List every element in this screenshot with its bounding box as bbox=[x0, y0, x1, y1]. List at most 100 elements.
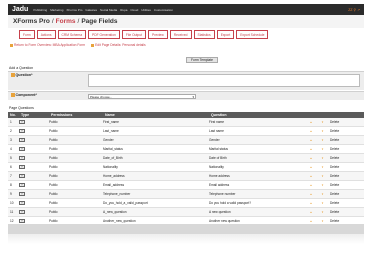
move-up-icon[interactable]: ▴ bbox=[307, 120, 315, 124]
table-row[interactable]: 1 ▭ Public First_name First name ▴ ▾ Delete bbox=[8, 118, 364, 127]
table-row[interactable]: 6 ▭ Public Nationality Nationality ▴ ▾ Delete bbox=[8, 163, 364, 172]
row-permission[interactable]: Public bbox=[49, 156, 103, 160]
row-permission[interactable]: Public bbox=[49, 138, 103, 142]
col-question[interactable]: Question bbox=[209, 113, 307, 117]
delete-link[interactable]: Delete bbox=[330, 156, 364, 160]
col-name[interactable]: Name bbox=[103, 113, 209, 117]
row-permission[interactable]: Public bbox=[49, 165, 103, 169]
table-row[interactable]: 11 ▭ Public A_new_question A new question ▴ ▾ D… bbox=[8, 208, 364, 217]
help-icon-2[interactable] bbox=[11, 93, 15, 97]
move-up-icon[interactable]: ▴ bbox=[307, 138, 315, 142]
row-name[interactable]: Telephone_number bbox=[103, 192, 209, 196]
row-permission[interactable]: Public bbox=[49, 174, 103, 178]
tab-pdf-generation[interactable]: PDF Generation bbox=[88, 30, 120, 39]
question-input[interactable] bbox=[88, 74, 360, 87]
row-permission[interactable]: Public bbox=[49, 201, 103, 205]
row-permission[interactable]: Public bbox=[49, 129, 103, 133]
row-permission[interactable]: Public bbox=[49, 192, 103, 196]
jadu-logo[interactable]: Jadu bbox=[12, 6, 28, 13]
tab-actions[interactable]: Actions bbox=[36, 30, 56, 39]
delete-link[interactable]: Delete bbox=[330, 201, 364, 205]
move-down-icon[interactable]: ▾ bbox=[315, 201, 330, 205]
row-name[interactable]: Do_you_hold_a_valid_passport bbox=[103, 201, 209, 205]
table-row[interactable]: 10 ▭ Public Do_you_hold_a_valid_passport Do … bbox=[8, 199, 364, 208]
row-name[interactable]: Marital_status bbox=[103, 147, 209, 151]
delete-link[interactable]: Delete bbox=[330, 210, 364, 214]
tab-received[interactable]: Received bbox=[169, 30, 192, 39]
delete-link[interactable]: Delete bbox=[330, 129, 364, 133]
row-name[interactable]: Nationality bbox=[103, 165, 209, 169]
return-link[interactable]: Return to Form Overview: MBA Application… bbox=[10, 43, 85, 47]
row-name[interactable]: Another_new_question bbox=[103, 219, 209, 223]
row-name[interactable]: Email_address bbox=[103, 183, 209, 187]
table-row[interactable]: 2 ▭ Public Last_name Last name ▴ ▾ Delete bbox=[8, 127, 364, 136]
move-down-icon[interactable]: ▾ bbox=[315, 219, 330, 223]
table-row[interactable]: 7 ▭ Public Home_address Home address ▴ ▾ Delete bbox=[8, 172, 364, 181]
edit-page-link[interactable]: Edit Page Details: Personal details bbox=[91, 43, 146, 47]
move-up-icon[interactable]: ▴ bbox=[307, 147, 315, 151]
delete-link[interactable]: Delete bbox=[330, 138, 364, 142]
tab-form[interactable]: Form bbox=[19, 30, 35, 39]
move-down-icon[interactable]: ▾ bbox=[315, 156, 330, 160]
row-permission[interactable]: Public bbox=[49, 120, 103, 124]
nav-item-utilities[interactable]: Utilities bbox=[141, 8, 151, 12]
move-up-icon[interactable]: ▴ bbox=[307, 192, 315, 196]
delete-link[interactable]: Delete bbox=[330, 192, 364, 196]
tab-preview[interactable]: Preview bbox=[148, 30, 168, 39]
row-name[interactable]: A_new_question bbox=[103, 210, 209, 214]
row-name[interactable]: Gender bbox=[103, 138, 209, 142]
row-permission[interactable]: Public bbox=[49, 219, 103, 223]
nav-item-marketing[interactable]: Marketing bbox=[50, 8, 63, 12]
move-up-icon[interactable]: ▴ bbox=[307, 174, 315, 178]
delete-link[interactable]: Delete bbox=[330, 174, 364, 178]
move-down-icon[interactable]: ▾ bbox=[315, 120, 330, 124]
move-up-icon[interactable]: ▴ bbox=[307, 129, 315, 133]
row-name[interactable]: Date_of_Birth bbox=[103, 156, 209, 160]
move-down-icon[interactable]: ▾ bbox=[315, 183, 330, 187]
row-name[interactable]: Last_name bbox=[103, 129, 209, 133]
delete-link[interactable]: Delete bbox=[330, 165, 364, 169]
tab-statistics[interactable]: Statistics bbox=[193, 30, 215, 39]
row-name[interactable]: First_name bbox=[103, 120, 209, 124]
help-icon[interactable] bbox=[11, 73, 15, 77]
nav-item-social-media[interactable]: Social Media bbox=[100, 8, 117, 12]
user-controls[interactable]: ZZ ⚲ ↗ bbox=[348, 8, 360, 12]
move-up-icon[interactable]: ▴ bbox=[307, 219, 315, 223]
move-down-icon[interactable]: ▾ bbox=[315, 174, 330, 178]
move-down-icon[interactable]: ▾ bbox=[315, 165, 330, 169]
row-name[interactable]: Home_address bbox=[103, 174, 209, 178]
move-down-icon[interactable]: ▾ bbox=[315, 210, 330, 214]
delete-link[interactable]: Delete bbox=[330, 147, 364, 151]
nav-item-publishing[interactable]: Publishing bbox=[33, 8, 47, 12]
table-row[interactable]: 9 ▭ Public Telephone_number Telephone number… bbox=[8, 190, 364, 199]
col-type[interactable]: Type bbox=[19, 113, 49, 117]
col-no[interactable]: No. bbox=[8, 113, 19, 117]
table-row[interactable]: 5 ▭ Public Date_of_Birth Date of Birth ▴ ▾ Dele… bbox=[8, 154, 364, 163]
move-up-icon[interactable]: ▴ bbox=[307, 210, 315, 214]
move-down-icon[interactable]: ▾ bbox=[315, 192, 330, 196]
nav-item-galaxies[interactable]: Galaxies bbox=[85, 8, 97, 12]
table-row[interactable]: 8 ▭ Public Email_address Email address ▴ ▾ Dele… bbox=[8, 181, 364, 190]
form-template-button[interactable]: Form Template bbox=[186, 57, 218, 63]
table-row[interactable]: 4 ▭ Public Marital_status Marital status ▴ ▾ De… bbox=[8, 145, 364, 154]
move-down-icon[interactable]: ▾ bbox=[315, 147, 330, 151]
move-down-icon[interactable]: ▾ bbox=[315, 129, 330, 133]
move-down-icon[interactable]: ▾ bbox=[315, 138, 330, 142]
row-permission[interactable]: Public bbox=[49, 147, 103, 151]
nav-item-rupa[interactable]: Rupa bbox=[120, 8, 127, 12]
nav-item-xforms[interactable]: XForms Pro bbox=[66, 8, 82, 12]
tab-export-schedule[interactable]: Export Schedule bbox=[236, 30, 269, 39]
delete-link[interactable]: Delete bbox=[330, 120, 364, 124]
delete-link[interactable]: Delete bbox=[330, 219, 364, 223]
nav-item-cloud[interactable]: Cloud bbox=[130, 8, 138, 12]
nav-item-customisation[interactable]: Customisation bbox=[154, 8, 173, 12]
move-up-icon[interactable]: ▴ bbox=[307, 201, 315, 205]
component-select[interactable]: Please choose... ▾ bbox=[88, 94, 196, 99]
tab-crm-schema[interactable]: CRM Schema bbox=[57, 30, 87, 39]
move-up-icon[interactable]: ▴ bbox=[307, 165, 315, 169]
delete-link[interactable]: Delete bbox=[330, 183, 364, 187]
row-permission[interactable]: Public bbox=[49, 183, 103, 187]
breadcrumb-forms[interactable]: Forms bbox=[56, 18, 76, 25]
row-permission[interactable]: Public bbox=[49, 210, 103, 214]
col-permissions[interactable]: Permissions bbox=[49, 113, 103, 117]
